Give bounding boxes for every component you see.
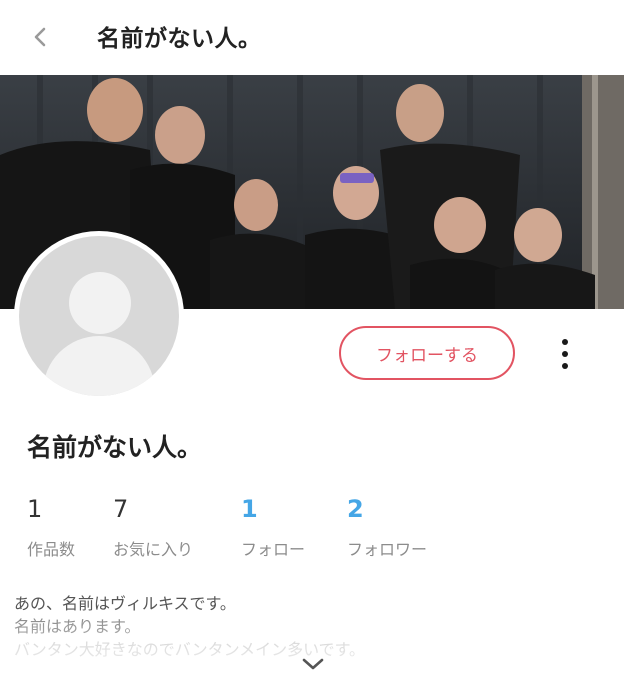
page-title: 名前がない人。	[97, 26, 262, 52]
stat-value: 7	[113, 495, 129, 523]
profile-bio: あの、名前はヴィルキスです。 名前はあります。 バンタン大好きなのでバンタンメイ…	[14, 592, 614, 661]
expand-bio-button[interactable]	[300, 655, 326, 673]
stat-value: 1	[241, 495, 258, 523]
stat-label: フォロワー	[347, 540, 428, 559]
back-button[interactable]	[26, 22, 56, 52]
stat-followers[interactable]: 2 フォロワー	[347, 494, 427, 560]
stat-label: 作品数	[27, 540, 76, 559]
dot	[562, 351, 568, 357]
stat-label: フォロー	[241, 540, 306, 559]
stat-value: 2	[347, 495, 364, 523]
bio-line: 名前はあります。	[14, 617, 141, 636]
stat-value: 1	[27, 495, 43, 523]
chevron-left-icon	[34, 27, 46, 47]
dot	[562, 363, 568, 369]
more-options-button[interactable]	[552, 338, 578, 370]
profile-name: 名前がない人。	[27, 433, 203, 462]
follow-button[interactable]: フォローする	[339, 326, 515, 380]
chevron-down-icon	[302, 658, 324, 670]
top-bar: 名前がない人。	[0, 0, 624, 75]
avatar[interactable]	[14, 231, 184, 401]
stat-works[interactable]: 1 作品数	[27, 494, 75, 560]
stat-label: お気に入り	[113, 540, 194, 559]
default-avatar-icon	[19, 236, 179, 396]
vertical-dots-icon	[562, 339, 568, 345]
bio-line: あの、名前はヴィルキスです。	[14, 594, 236, 613]
stat-following[interactable]: 1 フォロー	[241, 494, 305, 560]
stat-favorites[interactable]: 7 お気に入り	[113, 494, 193, 560]
